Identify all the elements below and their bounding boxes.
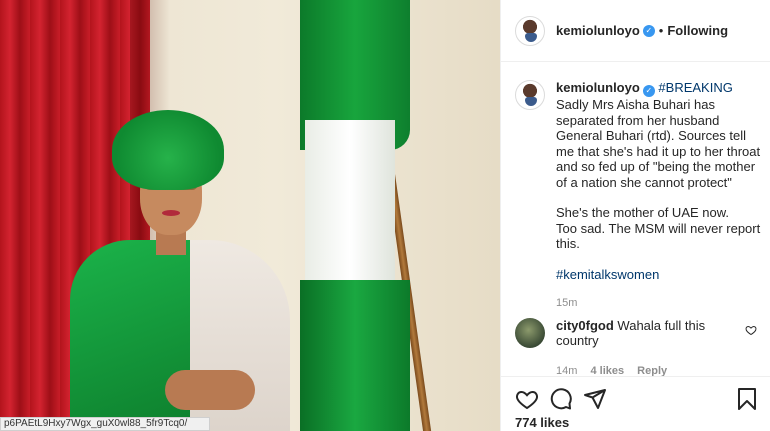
- following-button[interactable]: Following: [667, 23, 728, 38]
- caption-avatar[interactable]: [515, 80, 545, 110]
- portrait-woman: [60, 110, 310, 431]
- heart-icon[interactable]: [515, 387, 539, 411]
- post-photo[interactable]: p6PAEtL9Hxy7Wgx_guX0wl88_5fr9Tcq0/: [0, 0, 500, 431]
- author-username[interactable]: kemiolunloyo: [556, 23, 640, 38]
- share-icon[interactable]: [583, 387, 607, 411]
- hashtag-kemitalkswomen[interactable]: #kemitalkswomen: [556, 267, 761, 283]
- header-separator: •: [658, 23, 664, 38]
- post-header: kemiolunloyo ✓ • Following: [501, 0, 770, 62]
- caption-username[interactable]: kemiolunloyo: [556, 80, 640, 95]
- verified-badge-icon: ✓: [642, 24, 655, 37]
- caption-paragraph-2: She's the mother of UAE now. Too sad. Th…: [556, 205, 761, 251]
- status-url: p6PAEtL9Hxy7Wgx_guX0wl88_5fr9Tcq0/: [0, 417, 210, 431]
- commenter-avatar[interactable]: [515, 318, 545, 348]
- comment-icon[interactable]: [549, 387, 573, 411]
- verified-badge-icon: ✓: [642, 85, 655, 97]
- action-bar: 774 likes: [501, 376, 770, 431]
- hashtag-breaking[interactable]: #BREAKING: [658, 80, 732, 95]
- caption-body: Sadly Mrs Aisha Buhari has separated fro…: [556, 97, 761, 190]
- bookmark-icon[interactable]: [735, 387, 759, 411]
- likes-count[interactable]: 774 likes: [515, 415, 569, 430]
- instagram-post: p6PAEtL9Hxy7Wgx_guX0wl88_5fr9Tcq0/ kemio…: [0, 0, 770, 431]
- caption-timestamp: 15m: [556, 297, 578, 309]
- commenter-username[interactable]: city0fgod: [556, 318, 614, 333]
- post-sidebar: kemiolunloyo ✓ • Following kemiolunloyo ✓…: [500, 0, 770, 431]
- nigerian-flag: [300, 0, 410, 431]
- caption-text: kemiolunloyo ✓ #BREAKING Sadly Mrs Aisha …: [556, 80, 761, 312]
- comment-body: city0fgod Wahala full this country 14m 4…: [556, 318, 736, 379]
- comment-heart-icon[interactable]: [745, 324, 757, 336]
- post-caption: kemiolunloyo ✓ #BREAKING Sadly Mrs Aisha …: [515, 80, 761, 312]
- author-avatar[interactable]: [515, 15, 545, 46]
- comment-item: city0fgod Wahala full this country 14m 4…: [515, 318, 761, 379]
